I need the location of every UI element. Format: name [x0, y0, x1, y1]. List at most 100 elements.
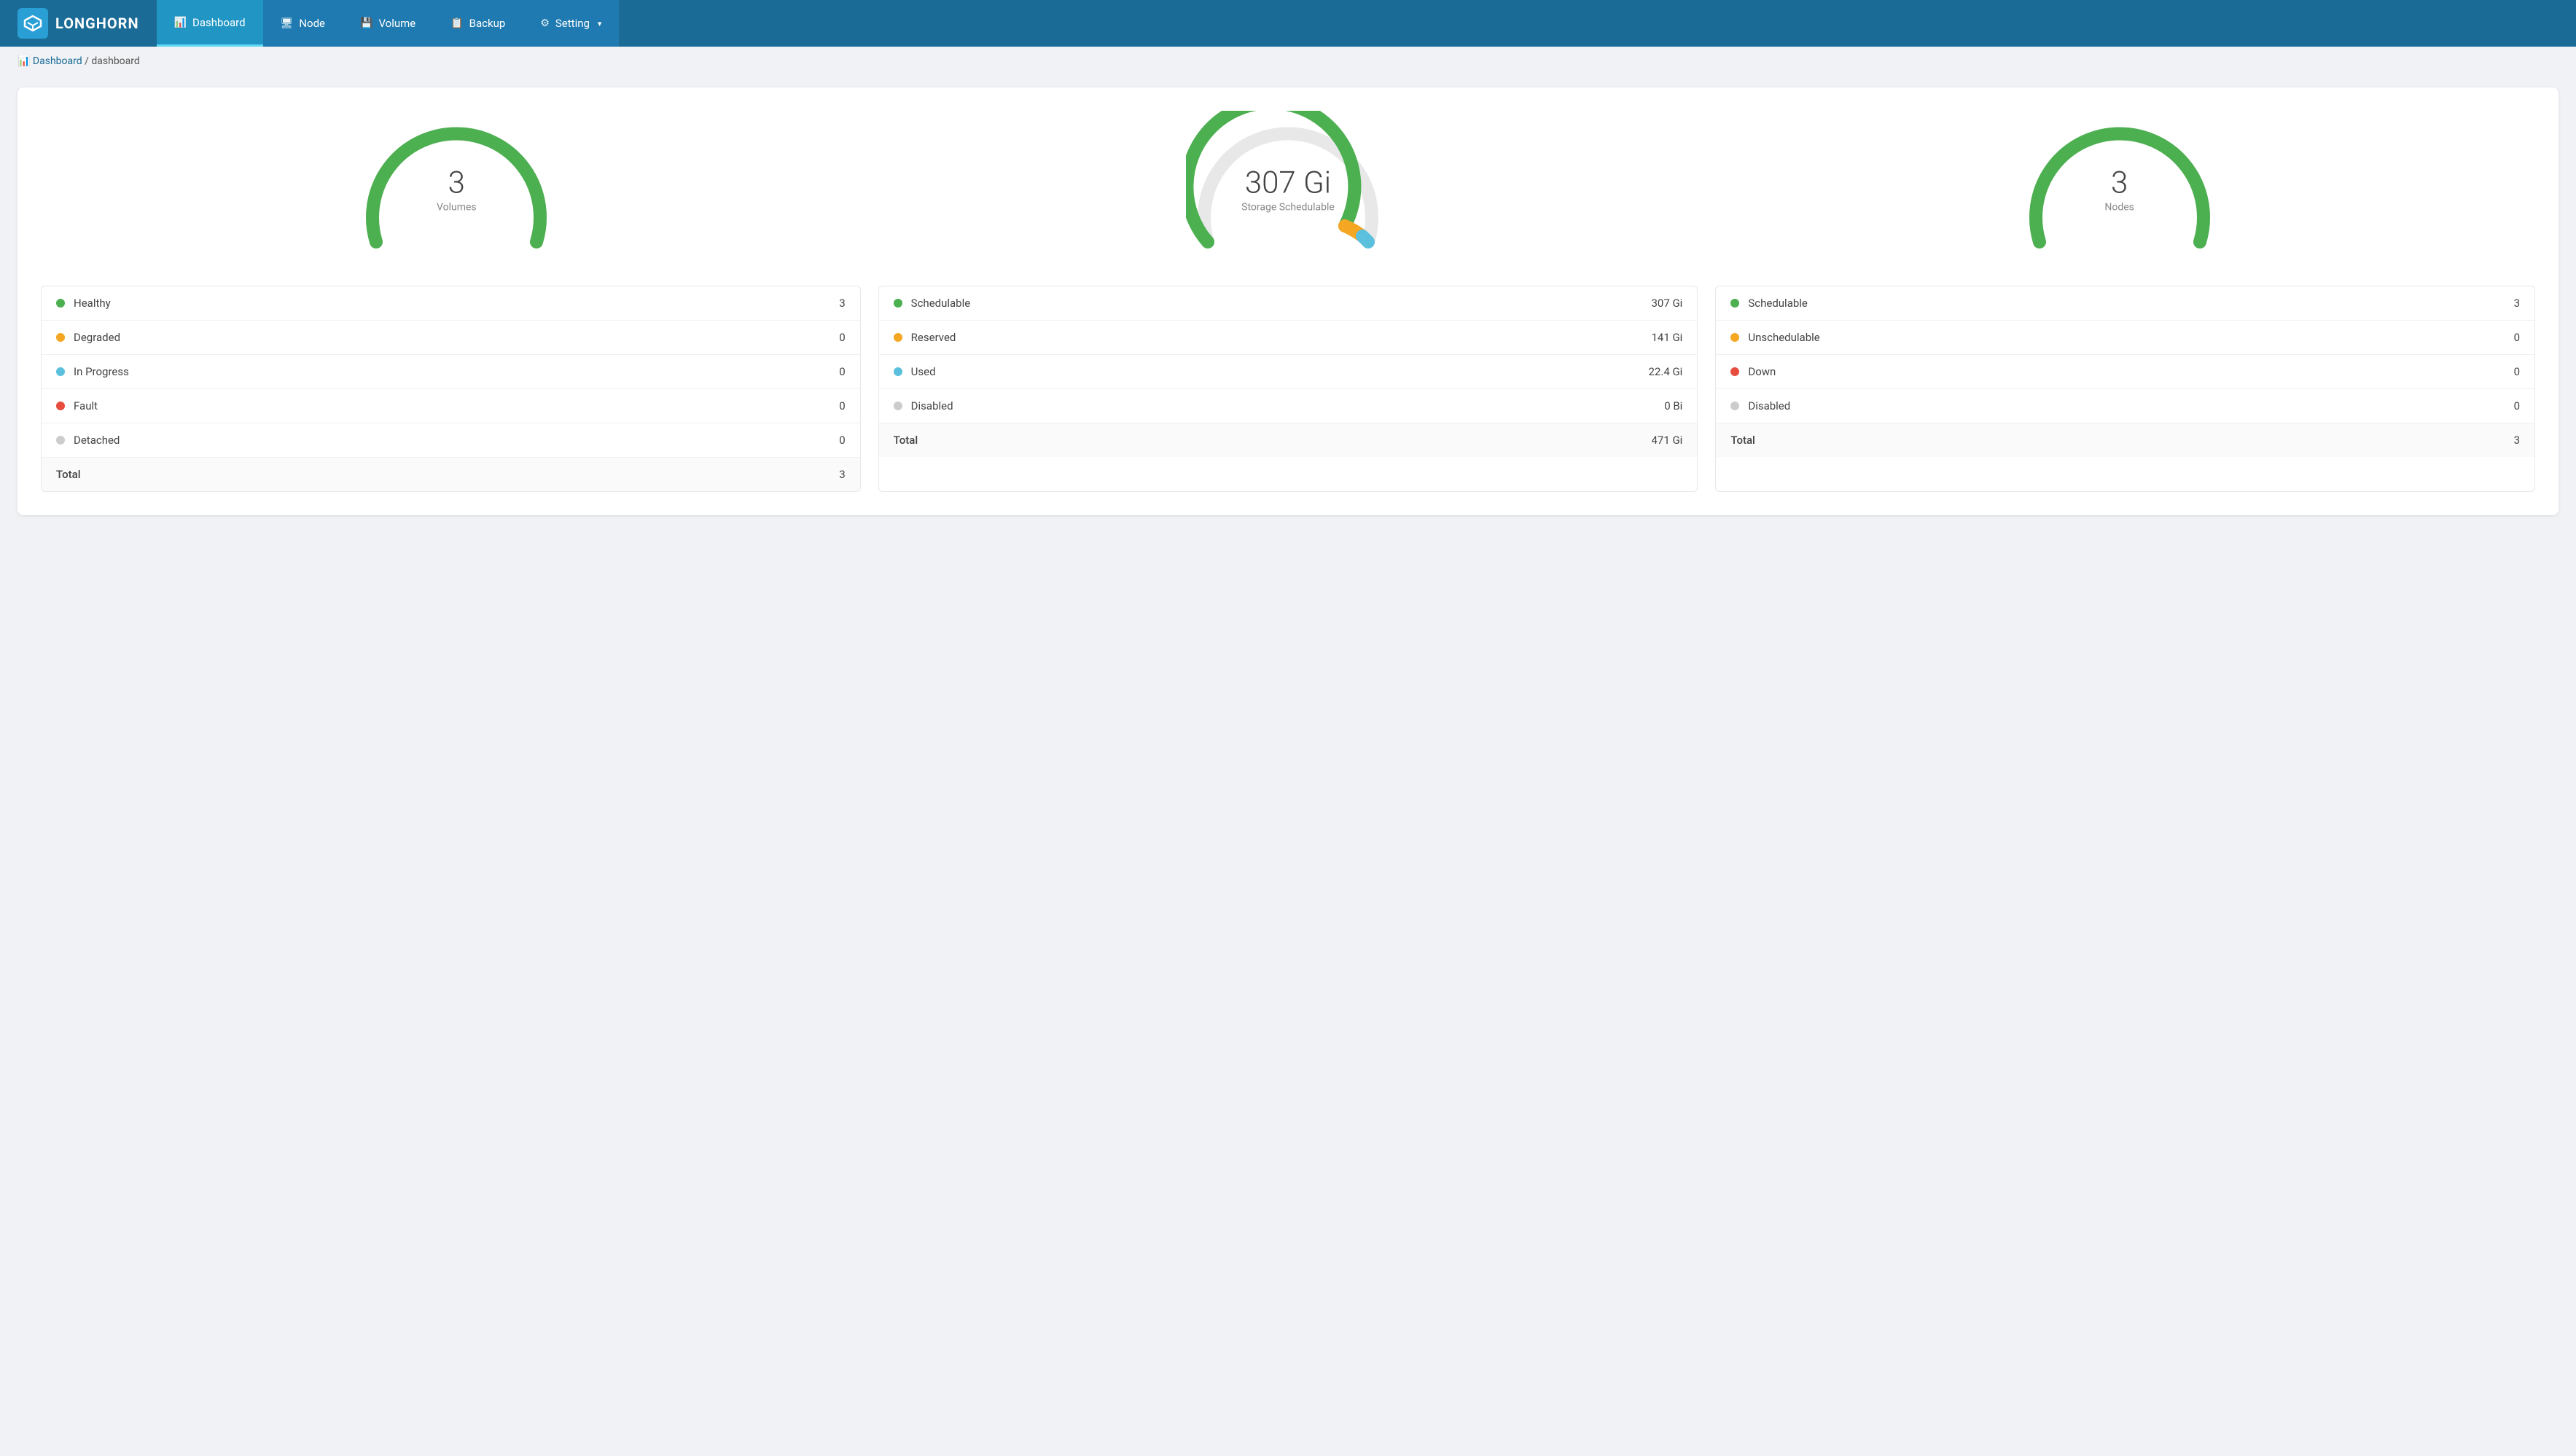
reserved-label: Reserved: [911, 331, 1639, 344]
in-progress-dot: [56, 367, 65, 376]
used-label: Used: [911, 365, 1639, 378]
volume-icon: 💾: [360, 17, 372, 29]
volumes-center-text: 3 Volumes: [437, 168, 477, 213]
schedulable-nodes-value: 3: [2476, 297, 2520, 310]
nav-node-label: Node: [299, 17, 325, 30]
down-dot: [1730, 367, 1739, 376]
nav-volume-label: Volume: [378, 17, 415, 30]
storage-stats-card: Schedulable 307 Gi Reserved 141 Gi Used …: [878, 286, 1698, 492]
nodes-label: Nodes: [2104, 201, 2134, 213]
stat-row-unschedulable: Unschedulable 0: [1716, 321, 2534, 355]
dashboard-card: 3 Volumes: [17, 87, 2559, 515]
volumes-total-label: Total: [56, 468, 802, 481]
storage-total-label: Total: [894, 434, 1639, 447]
stat-row-schedulable-storage: Schedulable 307 Gi: [879, 286, 1698, 321]
chevron-down-icon: ▾: [598, 19, 602, 28]
logo-text: LONGHORN: [55, 15, 139, 32]
stat-row-disabled-storage: Disabled 0 Bi: [879, 389, 1698, 423]
disabled-nodes-value: 0: [2476, 399, 2520, 412]
stat-row-disabled-nodes: Disabled 0: [1716, 389, 2534, 423]
stats-row: Healthy 3 Degraded 0 In Progress 0 Fault…: [41, 286, 2535, 492]
stat-row-degraded: Degraded 0: [42, 321, 860, 355]
disabled-storage-label: Disabled: [911, 399, 1639, 412]
healthy-value: 3: [802, 297, 846, 310]
dashboard-icon: 📊: [174, 17, 187, 28]
breadcrumb: 📊 Dashboard / dashboard: [0, 47, 2576, 76]
nav-backup-label: Backup: [469, 17, 506, 30]
healthy-dot: [56, 299, 65, 308]
storage-gauge-wrap: 307 Gi Storage Schedulable: [1186, 111, 1390, 257]
stat-row-fault: Fault 0: [42, 389, 860, 423]
breadcrumb-icon: 📊: [17, 55, 30, 67]
volumes-gauge-wrap: 3 Volumes: [354, 111, 558, 257]
schedulable-nodes-label: Schedulable: [1748, 297, 2476, 310]
stat-row-nodes-total: Total 3: [1716, 423, 2534, 457]
nodes-gauge-wrap: 3 Nodes: [2018, 111, 2222, 257]
breadcrumb-root[interactable]: Dashboard: [33, 55, 82, 67]
logo-icon: [17, 8, 48, 39]
reserved-value: 141 Gi: [1639, 331, 1682, 344]
stat-row-down: Down 0: [1716, 355, 2534, 389]
node-icon: 🖥: [281, 17, 294, 29]
volumes-stats-card: Healthy 3 Degraded 0 In Progress 0 Fault…: [41, 286, 861, 492]
nodes-total-label: Total: [1730, 434, 2476, 447]
storage-total-value: 471 Gi: [1639, 434, 1682, 447]
stat-row-used: Used 22.4 Gi: [879, 355, 1698, 389]
backup-icon: 📋: [450, 17, 463, 29]
disabled-nodes-label: Disabled: [1748, 399, 2476, 412]
storage-value: 307 Gi: [1241, 168, 1335, 198]
gauges-row: 3 Volumes: [41, 111, 2535, 257]
used-dot: [894, 367, 902, 376]
schedulable-nodes-dot: [1730, 299, 1739, 308]
fault-dot: [56, 402, 65, 410]
nav-node[interactable]: 🖥 Node: [263, 0, 343, 47]
nodes-center-text: 3 Nodes: [2104, 168, 2134, 213]
down-label: Down: [1748, 365, 2476, 378]
detached-value: 0: [802, 434, 846, 447]
unschedulable-dot: [1730, 333, 1739, 342]
disabled-storage-value: 0 Bi: [1639, 399, 1682, 412]
down-value: 0: [2476, 365, 2520, 378]
nav-volume[interactable]: 💾 Volume: [343, 0, 433, 47]
stat-row-reserved: Reserved 141 Gi: [879, 321, 1698, 355]
volumes-label: Volumes: [437, 201, 477, 213]
unschedulable-label: Unschedulable: [1748, 331, 2476, 344]
stat-row-schedulable-nodes: Schedulable 3: [1716, 286, 2534, 321]
stat-row-in-progress: In Progress 0: [42, 355, 860, 389]
stat-row-volumes-total: Total 3: [42, 458, 860, 491]
nodes-total-value: 3: [2476, 434, 2520, 447]
storage-gauge: 307 Gi Storage Schedulable: [1179, 111, 1397, 257]
schedulable-storage-dot: [894, 299, 902, 308]
nav-setting-label: Setting: [555, 17, 590, 30]
detached-label: Detached: [74, 434, 802, 447]
fault-value: 0: [802, 399, 846, 412]
detached-dot: [56, 436, 65, 445]
disabled-storage-dot: [894, 402, 902, 410]
degraded-dot: [56, 333, 65, 342]
breadcrumb-current: dashboard: [91, 55, 139, 67]
unschedulable-value: 0: [2476, 331, 2520, 344]
volumes-total-value: 3: [802, 468, 846, 481]
nav-dashboard-label: Dashboard: [192, 16, 246, 29]
schedulable-storage-value: 307 Gi: [1639, 297, 1682, 310]
main-nav: 📊 Dashboard 🖥 Node 💾 Volume 📋 Backup ⚙ S…: [157, 0, 620, 47]
degraded-label: Degraded: [74, 331, 802, 344]
in-progress-value: 0: [802, 365, 846, 378]
reserved-dot: [894, 333, 902, 342]
schedulable-storage-label: Schedulable: [911, 297, 1639, 310]
degraded-value: 0: [802, 331, 846, 344]
nav-dashboard[interactable]: 📊 Dashboard: [157, 0, 263, 47]
nodes-stats-card: Schedulable 3 Unschedulable 0 Down 0 Dis…: [1715, 286, 2535, 492]
healthy-label: Healthy: [74, 297, 802, 310]
fault-label: Fault: [74, 399, 802, 412]
main-content: 3 Volumes: [0, 76, 2576, 533]
nodes-gauge: 3 Nodes: [2010, 111, 2229, 257]
header: LONGHORN 📊 Dashboard 🖥 Node 💾 Volume 📋 B…: [0, 0, 2576, 47]
logo-area: LONGHORN: [0, 8, 157, 39]
nav-backup[interactable]: 📋 Backup: [433, 0, 523, 47]
in-progress-label: In Progress: [74, 365, 802, 378]
stat-row-storage-total: Total 471 Gi: [879, 423, 1698, 457]
storage-center-text: 307 Gi Storage Schedulable: [1241, 168, 1335, 213]
nav-setting[interactable]: ⚙ Setting ▾: [523, 0, 619, 47]
storage-label: Storage Schedulable: [1241, 201, 1335, 213]
